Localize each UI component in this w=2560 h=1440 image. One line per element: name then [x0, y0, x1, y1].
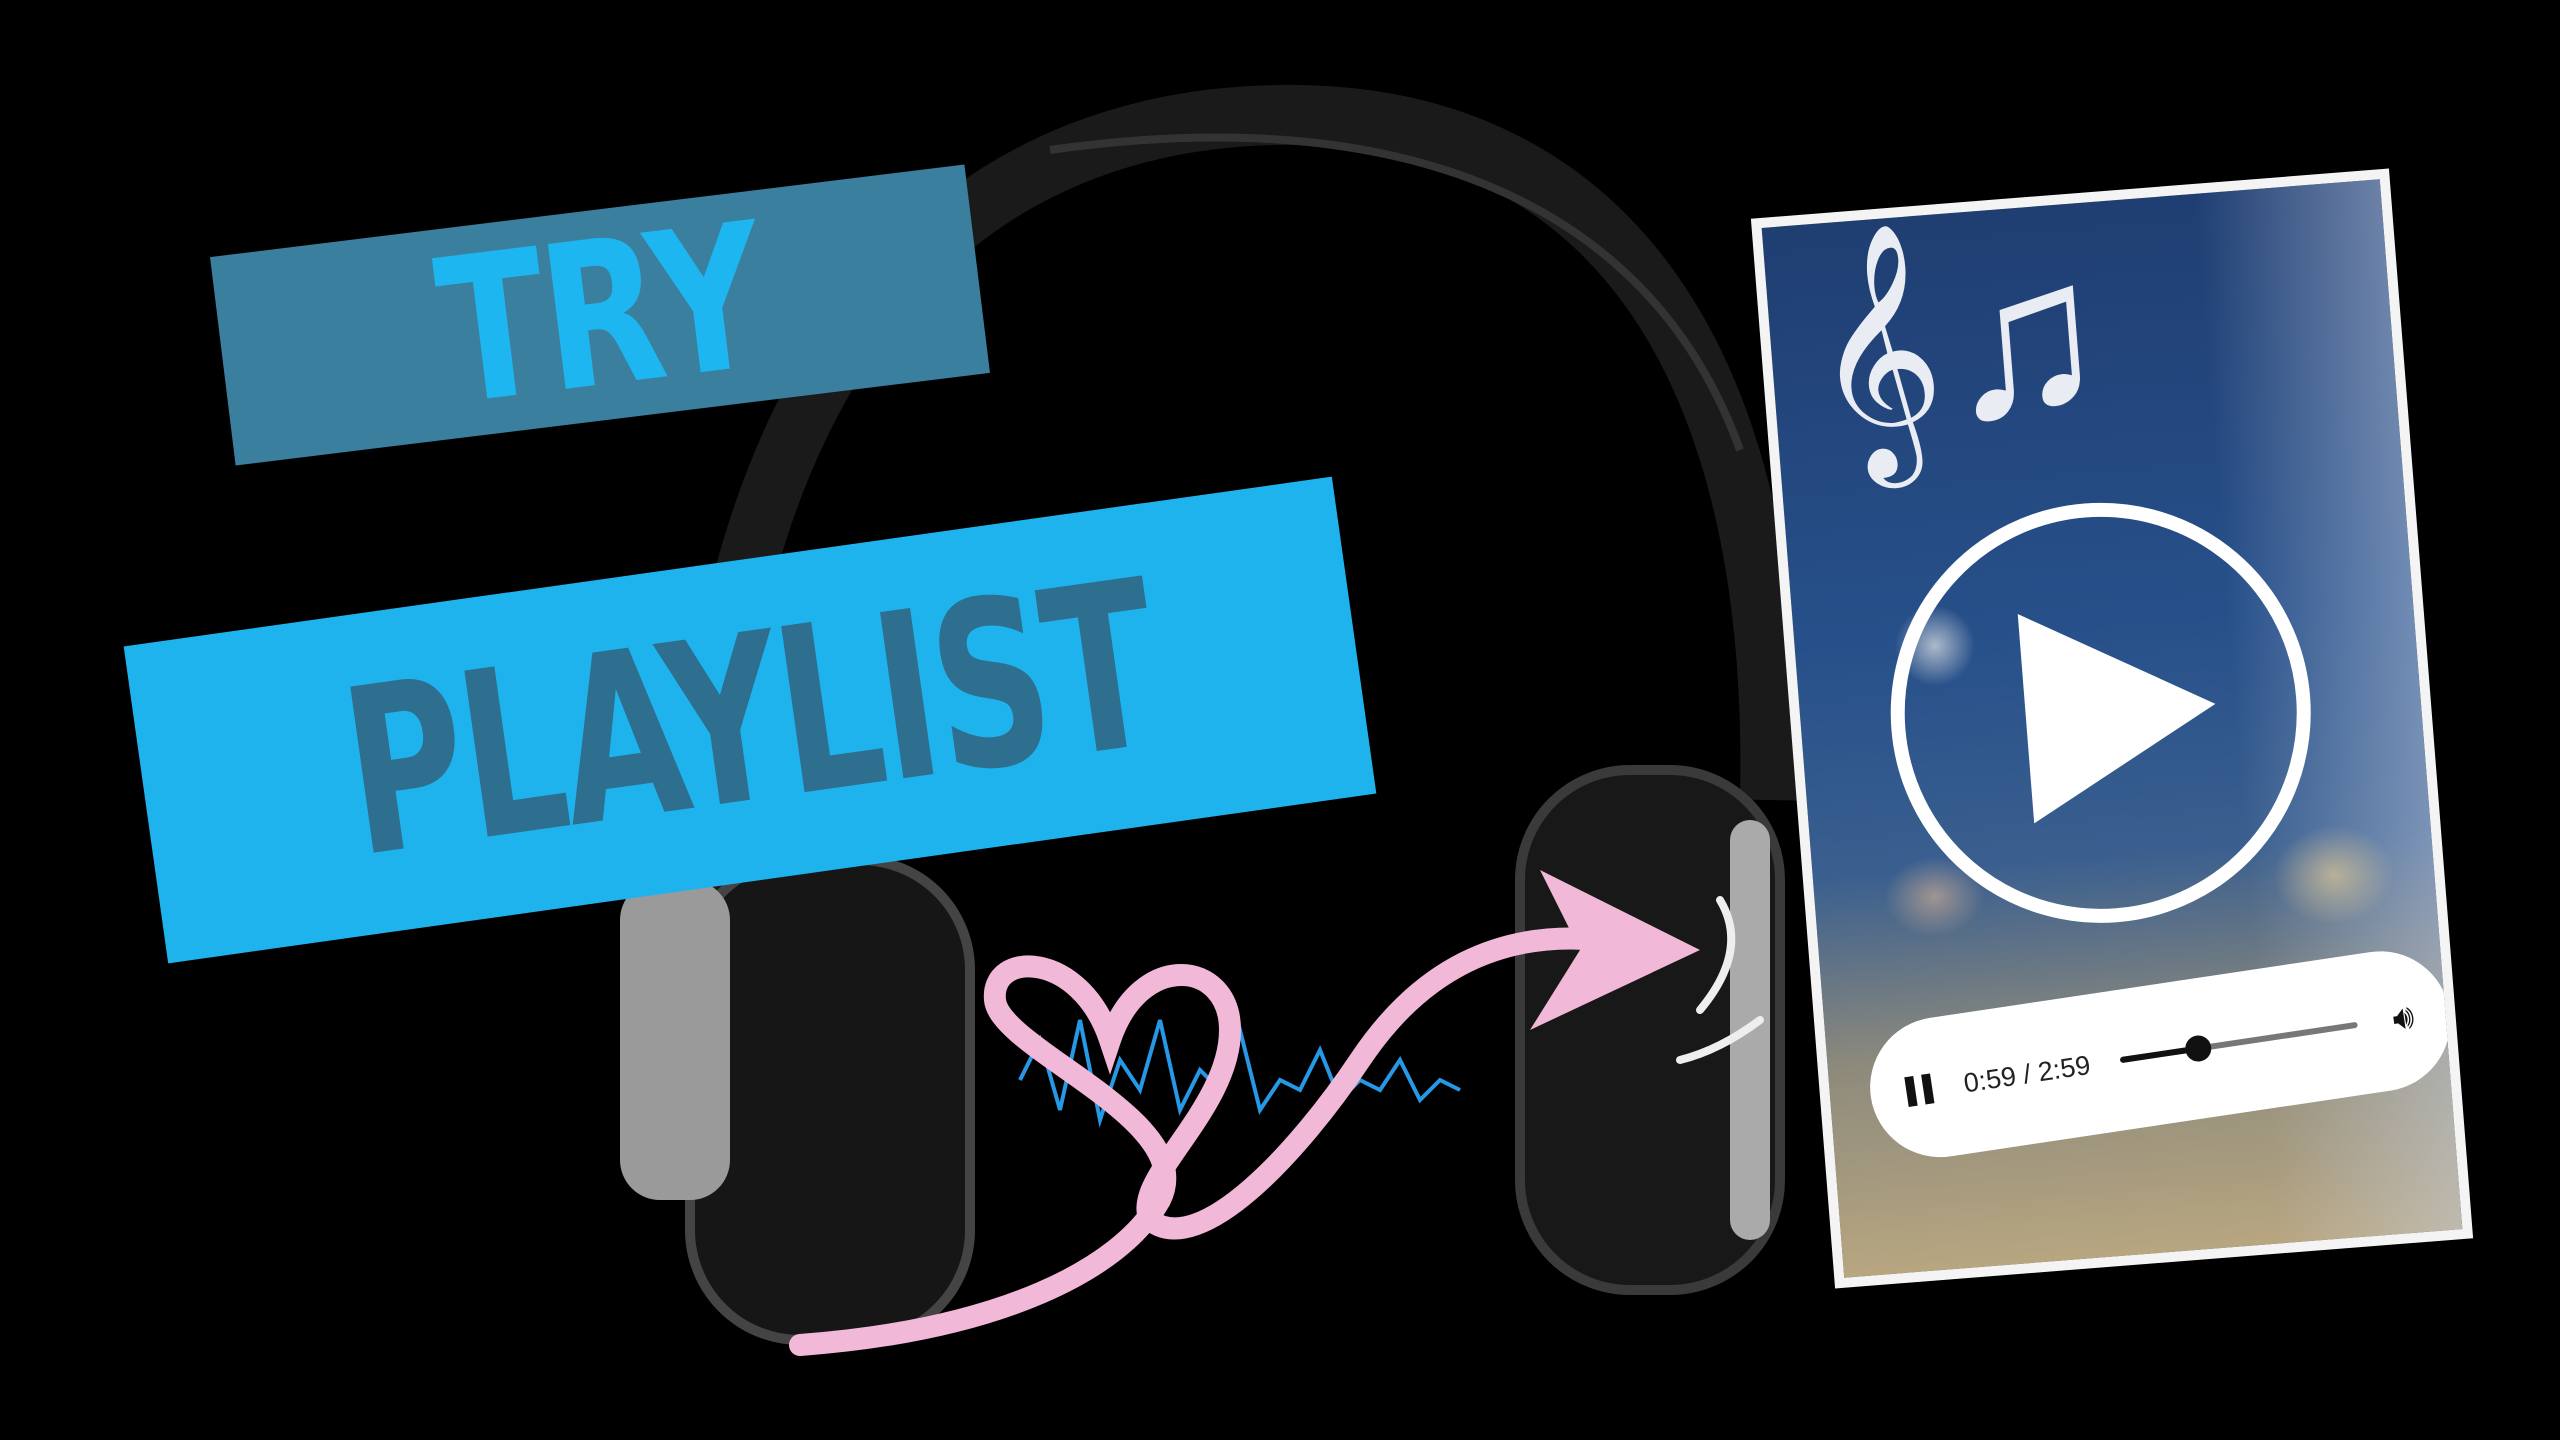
volume-icon[interactable]: 🔊︎	[2390, 997, 2417, 1039]
music-player-card: 𝄞♫ 0:59 / 2:59 🔊︎	[1750, 168, 2474, 1289]
music-notes-icon: 𝄞♫	[1802, 208, 2116, 478]
progress-slider[interactable]	[2119, 1021, 2358, 1064]
play-icon[interactable]	[2017, 599, 2224, 824]
time-display: 0:59 / 2:59	[1961, 1049, 2093, 1098]
left-earcup-rim	[620, 880, 730, 1200]
pause-icon[interactable]	[1904, 1073, 1935, 1107]
try-text: TRY	[426, 179, 774, 451]
left-earcup	[685, 855, 975, 1345]
progress-handle[interactable]	[2183, 1033, 2213, 1064]
